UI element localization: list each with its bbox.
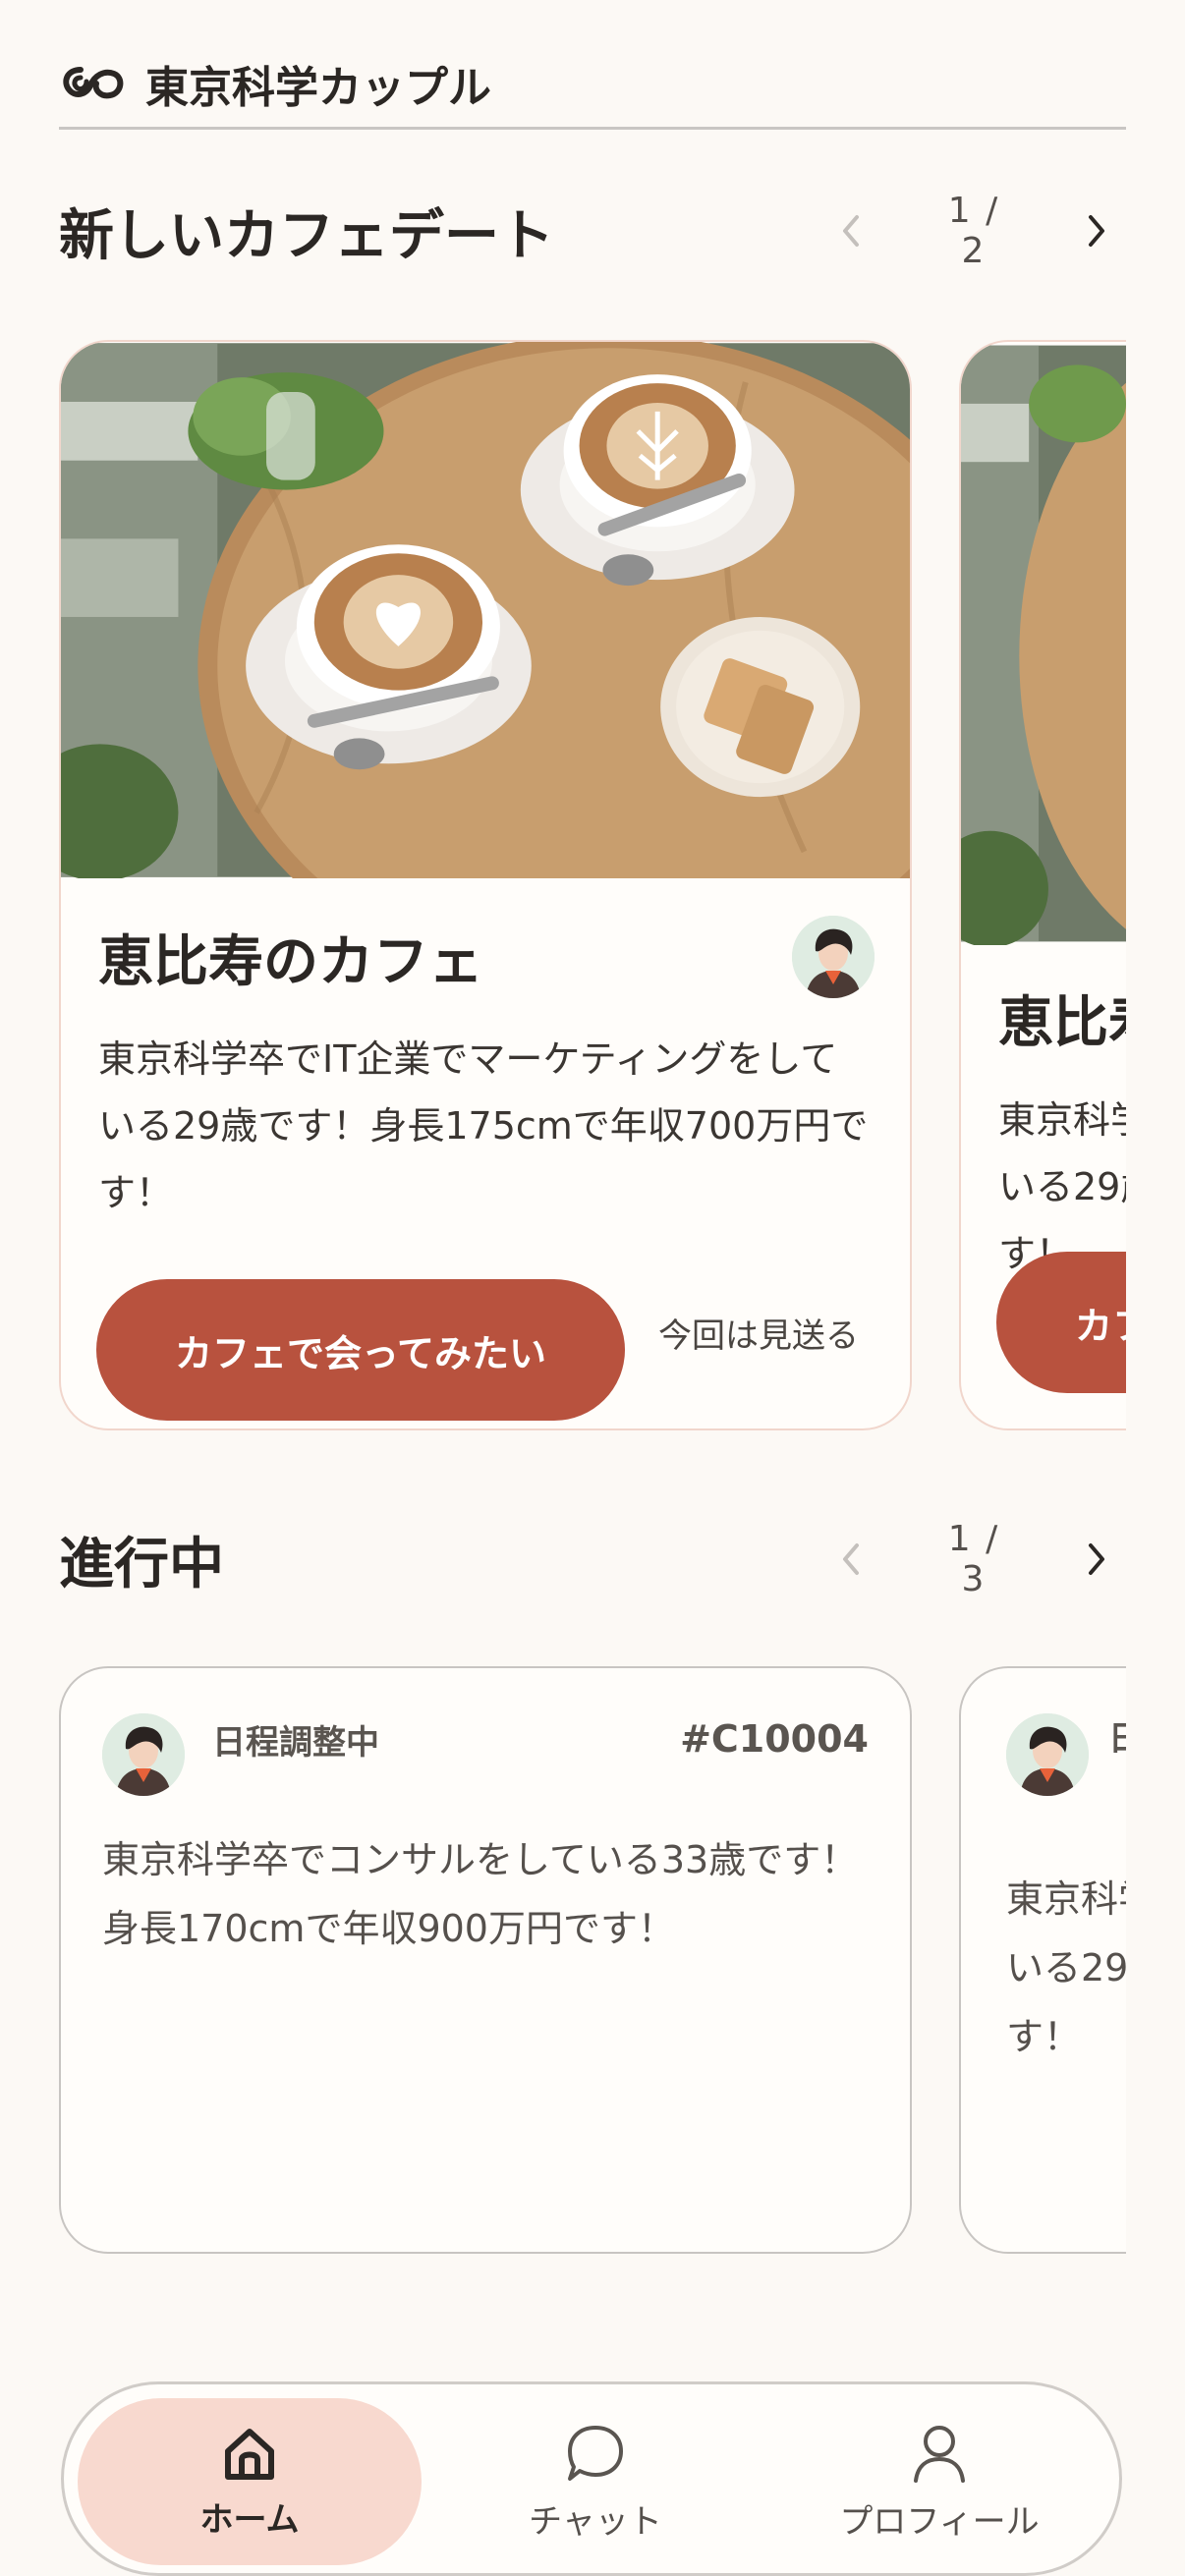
cafe-date-card: 恵比寿のカフェ 東京科学卒でIT企業でマーケティングをしている29歳です！身長1… (59, 340, 912, 1430)
cafe-date-card-next[interactable]: 恵比寿 東京科学卒でIT企業でマーケティングをしている29歳です！身長175cm… (959, 340, 1126, 1430)
card-description: 東京科学卒でコンサルをしている33歳です！身長170cmで年収900万円です！ (102, 1838, 859, 1950)
infinity-link-icon (63, 66, 124, 98)
card-description: 東京科学卒でIT企業でマーケティングをしている29歳です！身長175cmで年収7… (98, 1037, 869, 1214)
bottom-nav: ホーム チャット プロフィール (61, 2381, 1122, 2576)
in-progress-header: 進行中 1 / 3 (59, 1515, 1126, 1603)
nav-chat[interactable]: チャット (423, 2398, 767, 2565)
avatar (792, 916, 875, 998)
card-title: 恵比寿のカフェ (98, 930, 483, 994)
cafe-photo (961, 345, 1126, 945)
card-description: 東京科学卒でIT企業でマーケティングをしている29歳です！身長175cmで年収7… (1006, 1877, 1126, 2058)
avatar (102, 1713, 185, 1796)
chat-bubble-icon (568, 2425, 623, 2481)
person-icon (914, 2425, 965, 2483)
in-progress-pager: 1 / 3 (831, 1519, 1116, 1599)
nav-profile[interactable]: プロフィール (767, 2398, 1111, 2565)
nav-label: チャット (529, 2501, 662, 2542)
cafe-photo (61, 342, 910, 878)
section-title-new-dates: 新しいカフェデート (59, 203, 554, 268)
next-arrow-icon[interactable] (1077, 1540, 1116, 1579)
nav-label: プロフィール (839, 2501, 1040, 2542)
page-counter: 1 / 2 (947, 191, 1000, 271)
section-title-in-progress: 進行中 (59, 1532, 224, 1596)
in-progress-card[interactable]: 日程調整中 #C10004 東京科学卒でコンサルをしている33歳です！身長170… (59, 1666, 912, 2254)
status-badge: 日程調整中 (212, 1723, 379, 1763)
card-title: 恵比寿 (998, 991, 1126, 1055)
page-counter: 1 / 3 (947, 1519, 1000, 1599)
prev-arrow-icon[interactable] (831, 1540, 871, 1579)
nav-label: ホーム (199, 2499, 300, 2540)
next-arrow-icon[interactable] (1077, 211, 1116, 251)
avatar (1006, 1713, 1089, 1796)
want-to-meet-button[interactable]: カフェで会ってみたい (996, 1252, 1126, 1393)
skip-button[interactable]: 今回は見送る (658, 1309, 859, 1357)
app-header: 東京科学カップル (59, 39, 1126, 130)
status-badge: 日程調整中 (1108, 1711, 1126, 1760)
want-to-meet-button[interactable]: カフェで会ってみたい (96, 1279, 625, 1421)
new-dates-pager: 1 / 2 (831, 191, 1116, 271)
prev-arrow-icon[interactable] (831, 211, 871, 251)
case-id: #C10004 (680, 1717, 869, 1761)
new-dates-header: 新しいカフェデート 1 / 2 (59, 187, 1126, 275)
home-icon (225, 2428, 274, 2480)
nav-home[interactable]: ホーム (78, 2398, 422, 2565)
app-title: 東京科学カップル (145, 62, 491, 113)
in-progress-card-next[interactable]: 日程調整中 東京科学卒でIT企業でマーケティングをしている29歳です！身長175… (959, 1666, 1126, 2254)
